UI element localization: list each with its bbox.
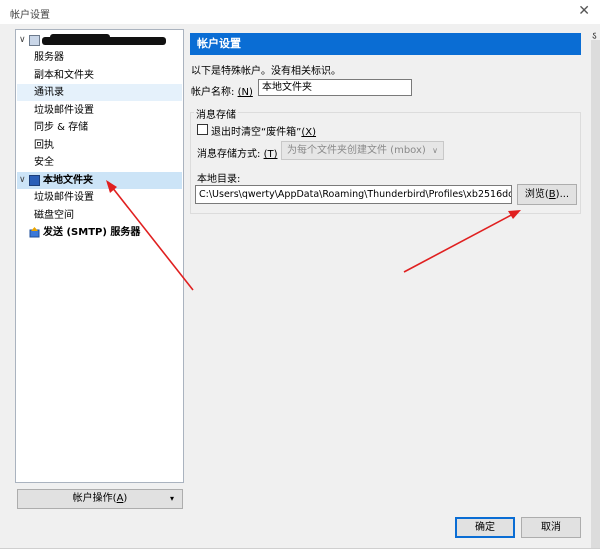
tree-item-server[interactable]: 服务器 <box>17 49 182 66</box>
tree-account-redacted[interactable]: ∨ <box>17 32 182 49</box>
tree-item-sync-storage[interactable]: 同步 & 存储 <box>17 119 182 136</box>
browse-button[interactable]: 浏览(B)... <box>517 184 577 205</box>
chevron-down-icon[interactable]: ∨ <box>19 32 29 49</box>
special-account-description: 以下是特殊帐户。没有相关标识。 <box>191 66 341 77</box>
tree-item-copies-folders[interactable]: 副本和文件夹 <box>17 67 182 84</box>
storage-type-select[interactable]: 为每个文件夹创建文件 (mbox) ∨ <box>281 141 444 160</box>
background-window-edge <box>591 40 600 554</box>
account-name-label: 帐户名称: (N) <box>191 87 253 98</box>
empty-trash-checkbox[interactable] <box>197 124 208 135</box>
chevron-down-icon[interactable]: ∨ <box>19 172 29 189</box>
outgoing-server-icon <box>29 227 40 238</box>
window-title: 帐户设置 <box>10 10 50 21</box>
account-tree[interactable]: ∨ 服务器 副本和文件夹 通讯录 垃圾邮件设置 同步 & 存储 回执 安全 ∨ … <box>15 29 184 483</box>
title-bar: 帐户设置 ✕ <box>0 0 600 24</box>
redacted-account-name <box>42 34 166 45</box>
tree-item-receipts[interactable]: 回执 <box>17 137 182 154</box>
ok-button[interactable]: 确定 <box>455 517 515 538</box>
mail-account-icon <box>29 35 40 46</box>
message-storage-title: 消息存储 <box>194 106 238 121</box>
local-folder-icon <box>29 175 40 186</box>
tree-item-local-folders[interactable]: ∨ 本地文件夹 <box>17 172 182 189</box>
cancel-button[interactable]: 取消 <box>521 517 581 538</box>
panel-header: 帐户设置 <box>190 33 581 55</box>
chevron-down-icon: ∨ <box>432 146 438 155</box>
tree-item-local-junk-settings[interactable]: 垃圾邮件设置 <box>17 189 182 206</box>
tree-item-junk-settings[interactable]: 垃圾邮件设置 <box>17 102 182 119</box>
dropdown-arrow-icon: ▾ <box>169 494 174 503</box>
local-directory-label: 本地目录: <box>197 174 241 185</box>
account-actions-button[interactable]: 帐户操作(A) ▾ <box>17 489 183 509</box>
tree-item-security[interactable]: 安全 <box>17 154 182 171</box>
arrow-to-browse <box>403 211 518 273</box>
account-name-input[interactable]: 本地文件夹 <box>258 79 412 96</box>
storage-type-label: 消息存储方式: (T) <box>197 149 278 160</box>
local-directory-input[interactable]: C:\Users\qwerty\AppData\Roaming\Thunderb… <box>195 185 512 204</box>
tree-item-address-book[interactable]: 通讯录 <box>17 84 182 101</box>
empty-trash-label[interactable]: 退出时清空“废件箱”(X) <box>211 123 316 138</box>
tree-item-smtp[interactable]: 发送 (SMTP) 服务器 <box>17 224 182 241</box>
tree-item-disk-space[interactable]: 磁盘空间 <box>17 207 182 224</box>
close-icon[interactable]: ✕ <box>578 3 590 19</box>
